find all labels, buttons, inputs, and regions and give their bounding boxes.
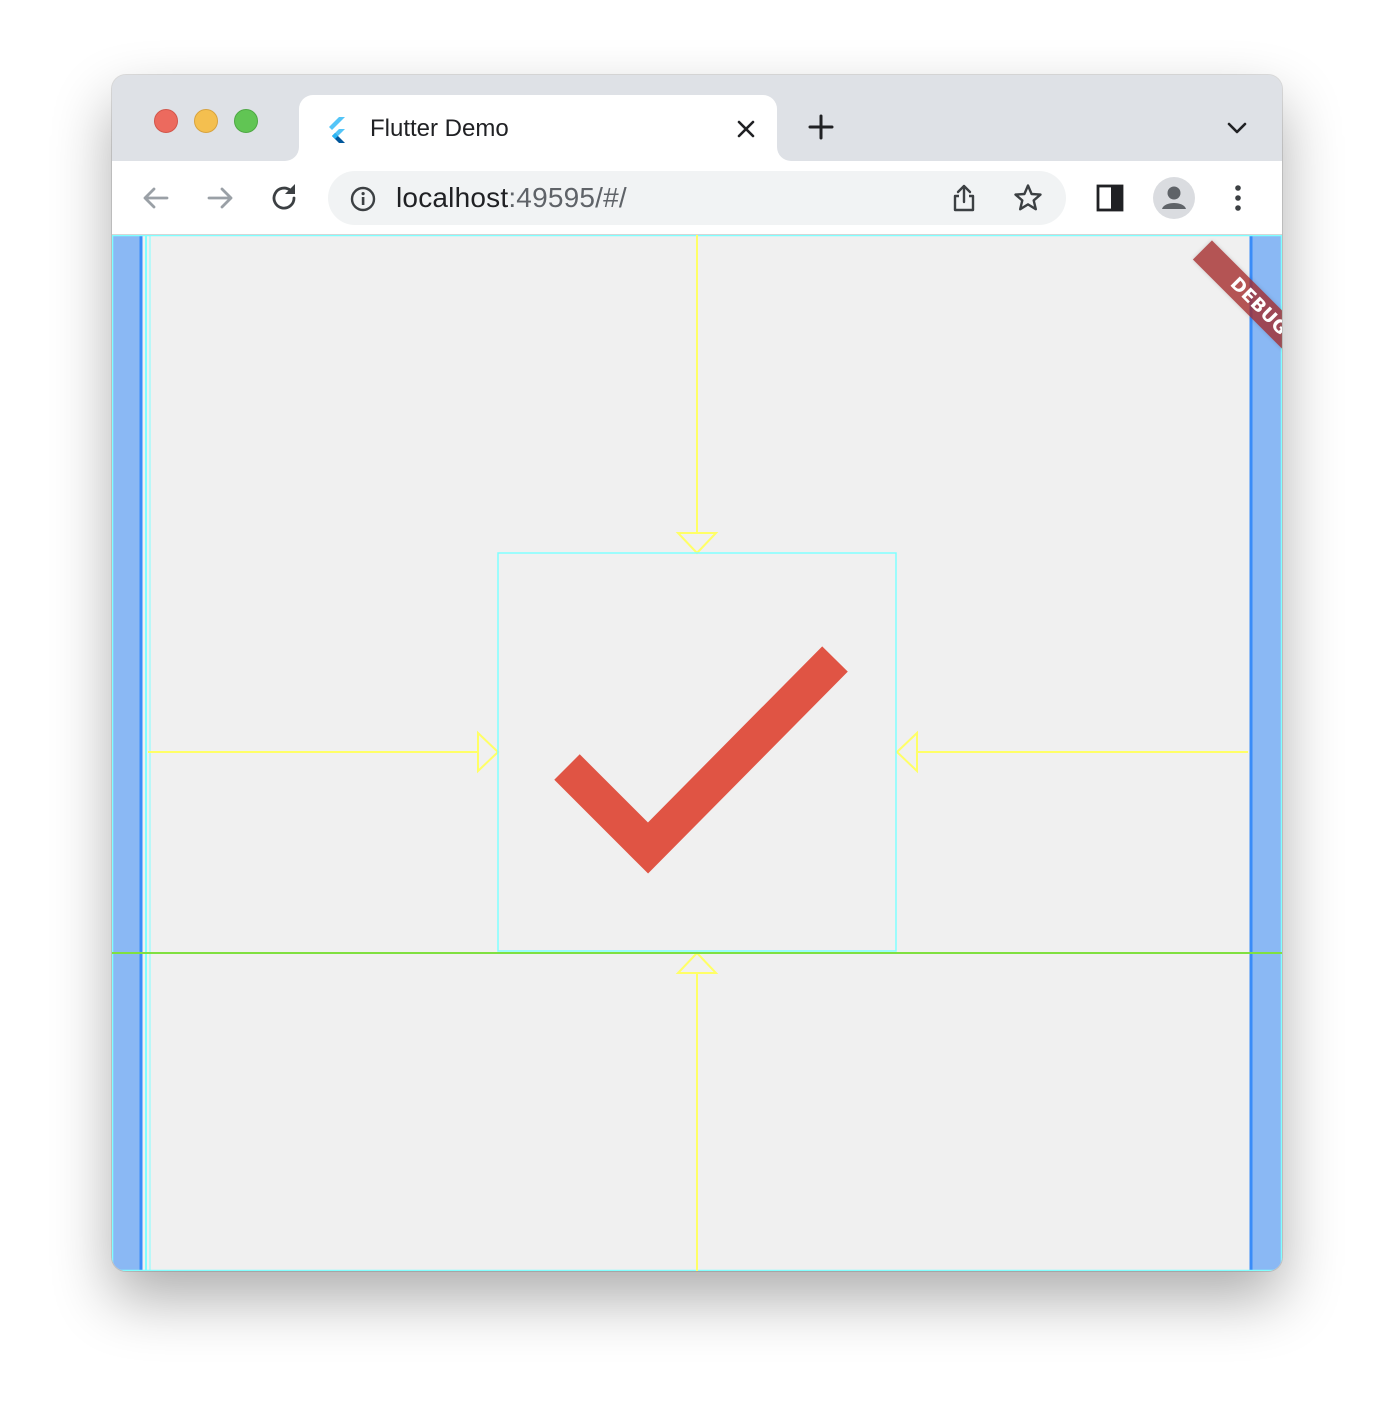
right-padding-arrow — [895, 730, 918, 774]
tab-strip: Flutter Demo — [112, 75, 1282, 161]
profile-avatar-icon[interactable] — [1152, 176, 1196, 220]
url-host: localhost — [396, 182, 509, 213]
top-padding-arrow — [675, 532, 719, 555]
bottom-padding-arrow — [675, 951, 719, 974]
browser-window: Flutter Demo localhost:49595/#/ DEBUG — [112, 75, 1282, 1271]
debug-paint-overlay — [112, 235, 1282, 1271]
page-viewport[interactable]: DEBUG — [112, 235, 1282, 1271]
arrow-left-icon[interactable] — [139, 181, 173, 215]
chevron-down-icon[interactable] — [1224, 115, 1250, 141]
kebab-menu-icon[interactable] — [1221, 181, 1255, 215]
url-path: :49595/#/ — [508, 182, 627, 213]
info-icon[interactable] — [348, 184, 378, 214]
tab-flutter-demo[interactable]: Flutter Demo — [299, 95, 777, 161]
url-text[interactable]: localhost:49595/#/ — [396, 183, 627, 213]
arrow-right-icon[interactable] — [203, 181, 237, 215]
browser-toolbar: localhost:49595/#/ — [112, 161, 1282, 235]
share-icon[interactable] — [948, 182, 980, 214]
window-maximize-button[interactable] — [234, 109, 258, 133]
close-icon[interactable] — [731, 114, 761, 144]
tab-title: Flutter Demo — [370, 115, 509, 142]
side-panel-icon[interactable] — [1093, 181, 1127, 215]
flutter-logo-icon — [329, 117, 345, 143]
right-side-bar — [1250, 235, 1282, 1271]
address-bar[interactable]: localhost:49595/#/ — [328, 171, 1066, 225]
left-padding-arrow — [477, 730, 500, 774]
left-side-bar — [112, 235, 142, 1271]
reload-icon[interactable] — [267, 181, 301, 215]
check-icon — [554, 646, 848, 874]
window-close-button[interactable] — [154, 109, 178, 133]
star-icon[interactable] — [1012, 182, 1044, 214]
icon-paint-box — [497, 552, 897, 952]
window-minimize-button[interactable] — [194, 109, 218, 133]
plus-icon[interactable] — [806, 112, 836, 142]
